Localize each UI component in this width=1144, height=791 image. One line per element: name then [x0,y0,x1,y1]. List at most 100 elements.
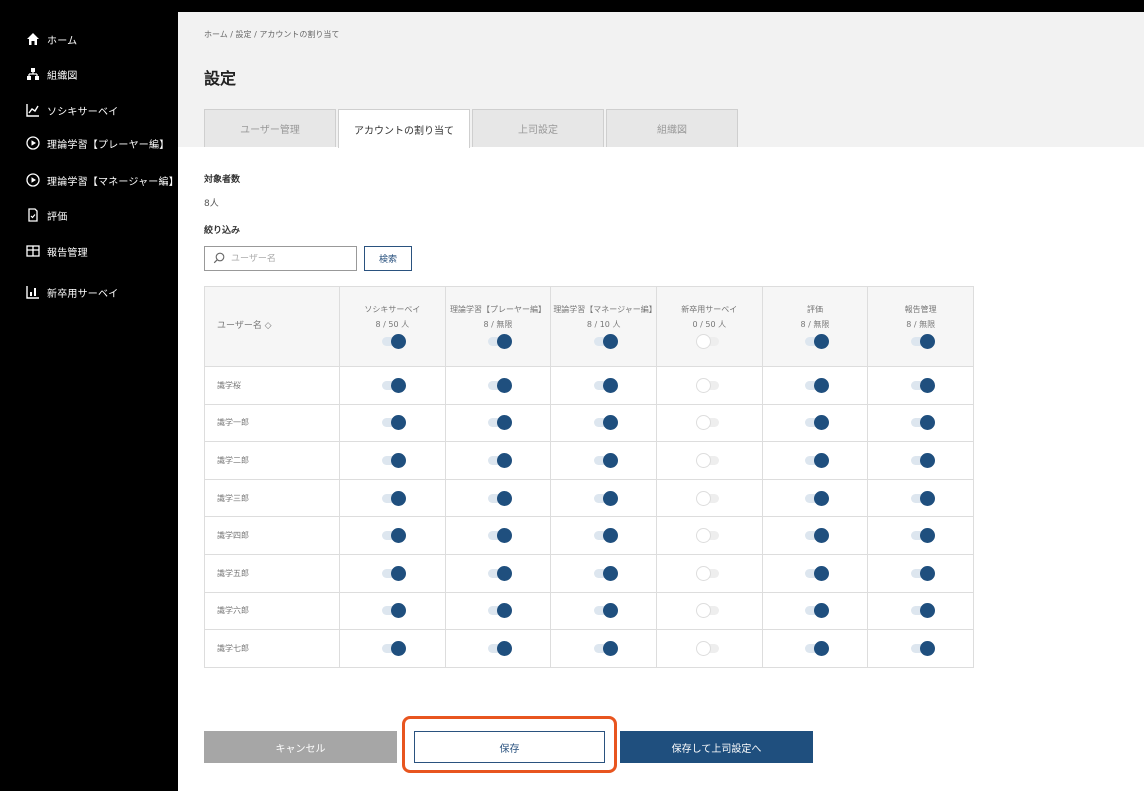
sidebar-item-new-grad-survey[interactable]: 新卒用サーベイ [25,281,118,303]
cancel-button[interactable]: キャンセル [204,731,397,763]
sidebar-item-report-management[interactable]: 報告管理 [25,240,88,262]
column-header-user[interactable]: ユーザー名 ◇ [204,286,340,367]
assignment-toggle[interactable] [910,640,935,656]
column-label: ソシキサーベイ [364,305,421,315]
save-and-supervisor-button[interactable]: 保存して上司設定へ [620,731,813,763]
toggle-cell [761,478,869,518]
play-icon [25,135,41,151]
assignment-toggle[interactable] [593,377,618,393]
assignment-toggle[interactable] [804,415,829,431]
assignment-toggle[interactable] [696,565,720,581]
toggle-cell [339,629,446,668]
assignment-toggle[interactable] [804,528,829,544]
toggle-cell [550,553,657,593]
assignment-toggle[interactable] [382,452,407,468]
assignment-toggle[interactable] [696,603,720,619]
toggle-cell [550,366,657,405]
save-button[interactable]: 保存 [414,731,605,763]
assignment-toggle[interactable] [593,603,618,619]
assignment-toggle[interactable] [593,528,618,544]
assignment-toggle[interactable] [382,603,407,619]
assignment-toggle[interactable] [804,640,829,656]
assignment-toggle[interactable] [804,565,829,581]
column-label: 理論学習【マネージャー編】 [553,305,657,315]
sidebar-item-label: 組織図 [47,70,78,82]
assignment-toggle[interactable] [804,377,829,393]
toggle-cell [655,629,763,668]
assignment-toggle[interactable] [382,528,407,544]
assignment-toggle[interactable] [804,603,829,619]
assignment-toggle[interactable] [696,490,720,506]
page-header: ホーム / 設定 / アカウントの割り当て 設定 ユーザー管理 アカウントの割り… [178,12,1144,148]
sidebar-item-org-chart[interactable]: 組織図 [25,63,78,85]
tab-supervisor-settings[interactable]: 上司設定 [472,109,604,147]
assignment-toggle[interactable] [593,490,618,506]
column-toggle-all[interactable] [593,333,618,349]
column-toggle-all[interactable] [487,333,512,349]
assignment-toggle[interactable] [382,377,407,393]
column-count: 0 / 50 人 [692,320,727,330]
search-button[interactable]: 検索 [364,246,412,271]
column-toggle-all[interactable] [804,333,829,349]
assignment-toggle[interactable] [382,565,407,581]
assignment-toggle[interactable] [910,452,935,468]
assignment-toggle[interactable] [487,565,512,581]
assignment-toggle[interactable] [696,377,720,393]
assignment-toggle[interactable] [910,415,935,431]
toggle-cell [867,403,974,443]
assignment-toggle[interactable] [382,490,407,506]
sidebar-item-label: 理論学習【マネージャー編】 [47,176,179,188]
assignment-toggle[interactable] [910,377,935,393]
assignment-toggle[interactable] [487,528,512,544]
assignment-toggle[interactable] [487,415,512,431]
assignment-toggle[interactable] [910,565,935,581]
search-input[interactable] [231,253,351,264]
user-name-cell: 識学三郎 [204,478,340,518]
tab-user-management[interactable]: ユーザー管理 [204,109,336,147]
assignment-toggle[interactable] [593,415,618,431]
column-count: 8 / 無限 [483,320,513,330]
assignment-toggle[interactable] [696,528,720,544]
assignment-toggle[interactable] [696,415,720,431]
assignment-toggle[interactable] [910,528,935,544]
toggle-cell [339,441,446,480]
tab-account-assignment[interactable]: アカウントの割り当て [338,109,470,148]
column-label: 新卒用サーベイ [681,305,738,315]
toggle-cell [444,366,552,405]
assignment-toggle[interactable] [487,377,512,393]
assignment-toggle[interactable] [593,452,618,468]
assignment-table: ユーザー名 ◇ ソシキサーベイ 8 / 50 人 理論学習【プレーヤー編】 8 / … [204,286,974,668]
assignment-toggle[interactable] [487,490,512,506]
column-toggle-all[interactable] [382,333,407,349]
column-toggle-all[interactable] [696,333,720,349]
assignment-toggle[interactable] [910,490,935,506]
main-content: ホーム / 設定 / アカウントの割り当て 設定 ユーザー管理 アカウントの割り… [178,12,1144,791]
assignment-toggle[interactable] [910,603,935,619]
assignment-toggle[interactable] [593,565,618,581]
assignment-toggle[interactable] [696,452,720,468]
sidebar-item-evaluation[interactable]: 評価 [25,204,67,226]
assignment-toggle[interactable] [804,490,829,506]
sidebar-item-soshiki-survey[interactable]: ソシキサーベイ [25,99,118,121]
assignment-toggle[interactable] [487,452,512,468]
tab-org-chart[interactable]: 組織図 [606,109,738,147]
sidebar-item-theory-player[interactable]: 理論学習【プレーヤー編】 [25,132,169,154]
sidebar-item-theory-manager[interactable]: 理論学習【マネージャー編】 [25,169,179,191]
survey-icon [25,284,41,300]
assignment-toggle[interactable] [696,640,720,656]
assignment-toggle[interactable] [382,640,407,656]
assignment-toggle[interactable] [382,415,407,431]
toggle-cell [550,629,657,668]
user-name-cell: 識学五郎 [204,553,340,593]
search-icon [213,249,225,268]
assignment-toggle[interactable] [593,640,618,656]
left-edge [0,12,8,791]
toggle-cell [655,403,763,443]
toggle-cell [444,629,552,668]
assignment-toggle[interactable] [487,640,512,656]
column-toggle-all[interactable] [910,333,935,349]
page-title: 設定 [204,69,237,88]
sidebar-item-home[interactable]: ホーム [25,28,77,50]
assignment-toggle[interactable] [487,603,512,619]
assignment-toggle[interactable] [804,452,829,468]
